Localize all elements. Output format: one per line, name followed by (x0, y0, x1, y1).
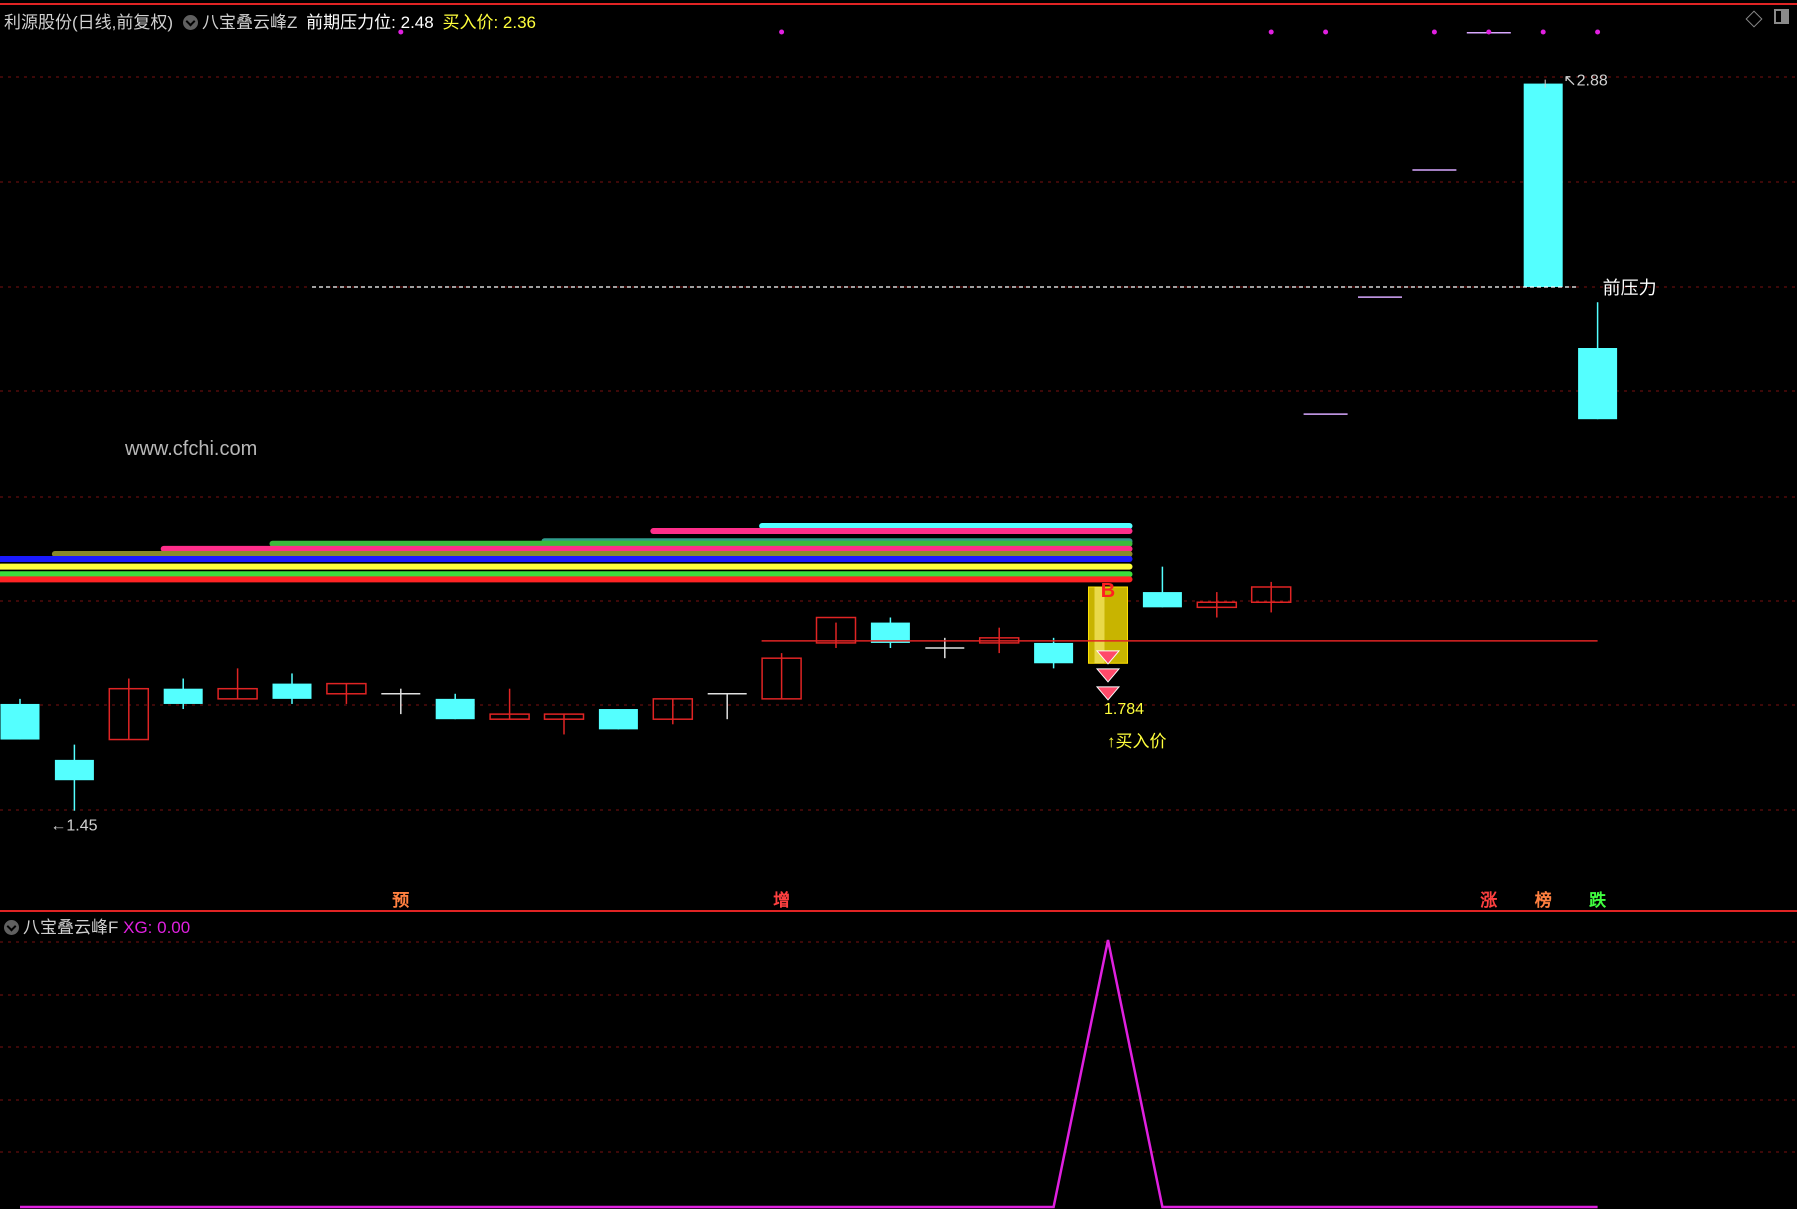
pressure-value: 前期压力位: 2.48 (306, 13, 434, 32)
xg-panel (20, 939, 1598, 1209)
candle-body (435, 698, 475, 720)
symbol-title: 利源股份(日线,前复权) (4, 13, 174, 32)
candle-body (1523, 83, 1563, 287)
event-tag: 榜 (1535, 890, 1552, 910)
indicator-name: 八宝叠云峰Z (202, 13, 298, 32)
chevron-down-icon[interactable] (4, 920, 19, 935)
buy-marker: B (1101, 580, 1115, 602)
pressure-label: 前压力 (1603, 278, 1657, 298)
candle-body (1142, 592, 1182, 608)
buy-value-label: 1.784 (1104, 701, 1144, 718)
low-price-label: ←1.45 (50, 818, 97, 835)
event-tag: 增 (773, 890, 790, 910)
candle-body (598, 709, 638, 730)
top-marker (1268, 29, 1274, 35)
top-marker (1540, 29, 1546, 35)
chevron-down-icon[interactable] (183, 15, 199, 30)
main-header: 利源股份(日线,前复权) 八宝叠云峰Z 前期压力位: 2.48 买入价: 2.36 (4, 8, 540, 33)
top-marker (1431, 29, 1437, 35)
top-marker (1595, 29, 1601, 35)
candle-body (0, 703, 40, 740)
arrow-down-icon (1095, 686, 1121, 701)
high-price-label: ↖2.88 (1563, 73, 1608, 90)
xg-series-line (20, 939, 1598, 1209)
sub-indicator-name: 八宝叠云峰F (23, 918, 119, 937)
candle-body (870, 622, 910, 643)
chart-annotations: 前压力 B 1.784 ↑买入价 ←1.45 ↖2.88 www.cfchi.com 预 增 涨 榜… (50, 29, 1657, 910)
buy-value: 买入价: 2.36 (442, 13, 536, 32)
watermark: www.cfchi.com (124, 438, 257, 460)
event-tag: 涨 (1480, 891, 1497, 910)
buy-text-label: ↑买入价 (1107, 732, 1167, 751)
event-tag: 跌 (1589, 891, 1607, 910)
sub-header: 八宝叠云峰F XG: 0.00 (4, 913, 190, 938)
candle-body (272, 683, 312, 699)
top-marker (1323, 29, 1329, 35)
candle-body (54, 759, 94, 781)
top-marker (779, 29, 785, 35)
chart-canvas[interactable]: 前压力 B 1.784 ↑买入价 ←1.45 ↖2.88 www.cfchi.com 预 增 涨 榜… (0, 0, 1797, 1209)
arrow-down-icon (1095, 668, 1121, 683)
candle-body (1578, 348, 1618, 420)
top-marker (1486, 29, 1492, 35)
candle-body (1034, 642, 1074, 664)
candle-body (163, 688, 203, 704)
ma-ribbons (0, 522, 1133, 583)
xg-value: XG: 0.00 (123, 918, 191, 937)
window-toggle-icon[interactable] (1774, 9, 1789, 24)
event-tag: 预 (392, 891, 409, 910)
